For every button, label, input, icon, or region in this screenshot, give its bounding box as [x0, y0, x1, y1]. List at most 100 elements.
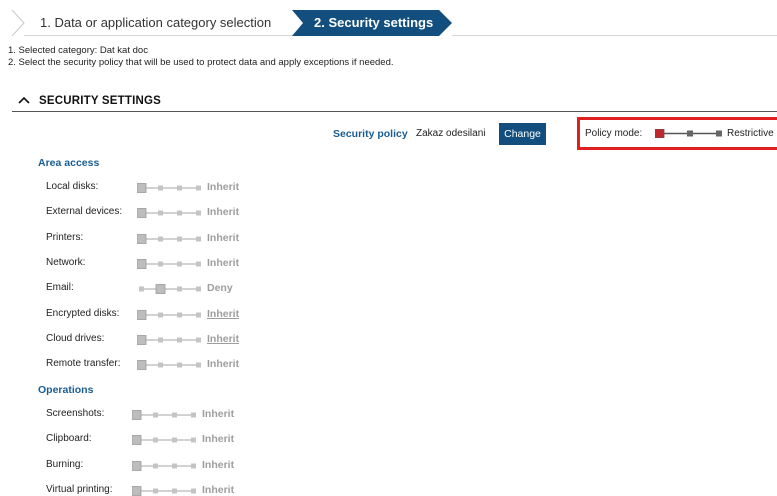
slider-stop: [172, 463, 177, 469]
setting-slider[interactable]: [132, 460, 198, 471]
slider-stop: [177, 312, 182, 317]
setting-label: Clipboard:: [46, 433, 92, 445]
policy-mode-label: Policy mode:: [585, 128, 643, 139]
wizard-divider: [452, 35, 777, 36]
slider-handle[interactable]: [137, 258, 147, 269]
slider-stop: [177, 362, 182, 368]
setting-value: Inherit: [207, 256, 240, 269]
instructions: 1. Selected category: Dat kat doc 2. Sel…: [8, 45, 394, 69]
slider-stop: [158, 362, 163, 368]
setting-label: Virtual printing:: [46, 483, 113, 495]
slider-handle[interactable]: [137, 183, 147, 193]
setting-value[interactable]: Inherit: [207, 308, 239, 320]
slider-stop: [158, 210, 163, 216]
setting-slider[interactable]: [132, 410, 198, 420]
slider-handle[interactable]: [132, 460, 142, 471]
setting-label: Local disks:: [46, 181, 99, 192]
slider-stop: [716, 130, 722, 137]
slider-stop: [177, 236, 182, 242]
slider-stop: [177, 210, 182, 216]
slider-stop: [191, 463, 196, 469]
operations-heading: Operations: [38, 384, 94, 396]
slider-stop: [153, 463, 158, 469]
slider-stop: [196, 337, 201, 343]
setting-label: Network:: [46, 256, 86, 268]
change-policy-button[interactable]: Change: [499, 123, 546, 145]
slider-stop: [687, 130, 693, 137]
area-access-heading: Area access: [38, 157, 100, 169]
setting-slider[interactable]: [137, 309, 203, 320]
setting-value[interactable]: Inherit: [207, 333, 239, 345]
slider-stop: [196, 210, 201, 216]
slider-handle[interactable]: [137, 360, 147, 370]
slider-handle[interactable]: [132, 485, 142, 496]
setting-slider[interactable]: [137, 258, 203, 269]
wizard-step-category-label: 1. Data or application category selectio…: [40, 15, 272, 30]
slider-stop: [191, 488, 196, 494]
slider-stop: [172, 437, 177, 443]
slider-stop: [196, 362, 201, 368]
slider-handle[interactable]: [137, 334, 147, 345]
wizard-steps: 1. Data or application category selectio…: [0, 10, 777, 36]
slider-stop: [158, 236, 163, 242]
slider-stop: [158, 185, 163, 191]
setting-slider[interactable]: [132, 485, 198, 496]
setting-slider[interactable]: [132, 435, 198, 446]
slider-handle[interactable]: [155, 284, 166, 295]
setting-value: Inherit: [207, 358, 240, 371]
setting-label: Cloud drives:: [46, 332, 105, 344]
slider-stop: [196, 236, 201, 242]
setting-slider[interactable]: [137, 183, 203, 193]
setting-label: External devices:: [46, 206, 123, 218]
security-settings-header[interactable]: SECURITY SETTINGS: [12, 95, 777, 112]
setting-label: Burning:: [46, 458, 84, 470]
slider-stop: [177, 185, 182, 191]
security-policy-label: Security policy: [333, 128, 408, 140]
setting-value: Inherit: [207, 181, 240, 193]
wizard-step-security-label: 2. Security settings: [314, 15, 434, 30]
setting-value: Inherit: [202, 408, 235, 420]
setting-label: Remote transfer:: [46, 358, 121, 370]
policy-mode-value: Restrictive: [727, 128, 774, 139]
setting-label: Printers:: [46, 231, 84, 243]
slider-stop: [153, 412, 158, 418]
slider-stop: [172, 412, 177, 418]
setting-label: Screenshots:: [46, 408, 105, 419]
setting-slider[interactable]: [137, 334, 203, 345]
slider-stop: [196, 185, 201, 191]
slider-stop: [177, 286, 182, 292]
slider-handle[interactable]: [132, 435, 142, 446]
slider-stop: [191, 437, 196, 443]
slider-stop: [153, 437, 158, 443]
setting-label: Email:: [46, 282, 74, 294]
slider-handle[interactable]: [137, 233, 147, 244]
slider-stop: [158, 312, 163, 317]
slider-stop: [158, 337, 163, 343]
wizard-step-security[interactable]: 2. Security settings: [292, 10, 452, 36]
policy-mode-slider[interactable]: [655, 129, 725, 138]
setting-value: Inherit: [202, 483, 235, 496]
setting-slider[interactable]: [137, 284, 203, 295]
wizard-step-category[interactable]: 1. Data or application category selectio…: [4, 10, 296, 36]
policy-mode-handle[interactable]: [655, 129, 665, 138]
setting-slider[interactable]: [137, 233, 203, 244]
slider-stop: [191, 412, 196, 418]
section-title: SECURITY SETTINGS: [39, 95, 162, 107]
setting-value: Inherit: [202, 433, 235, 446]
slider-handle[interactable]: [137, 208, 147, 219]
instruction-selected-category: 1. Selected category: Dat kat doc: [8, 45, 148, 56]
chevron-up-icon[interactable]: [18, 94, 30, 108]
slider-stop: [196, 286, 201, 292]
slider-stop: [177, 261, 182, 267]
setting-value: Inherit: [207, 206, 240, 219]
setting-value: Inherit: [202, 458, 235, 471]
setting-slider[interactable]: [137, 208, 203, 219]
slider-stop: [139, 286, 144, 292]
setting-value: Deny: [207, 282, 233, 295]
slider-stop: [153, 488, 158, 494]
slider-stop: [196, 261, 201, 267]
slider-stop: [172, 488, 177, 494]
setting-slider[interactable]: [137, 360, 203, 370]
slider-handle[interactable]: [132, 410, 142, 420]
slider-handle[interactable]: [137, 309, 147, 320]
